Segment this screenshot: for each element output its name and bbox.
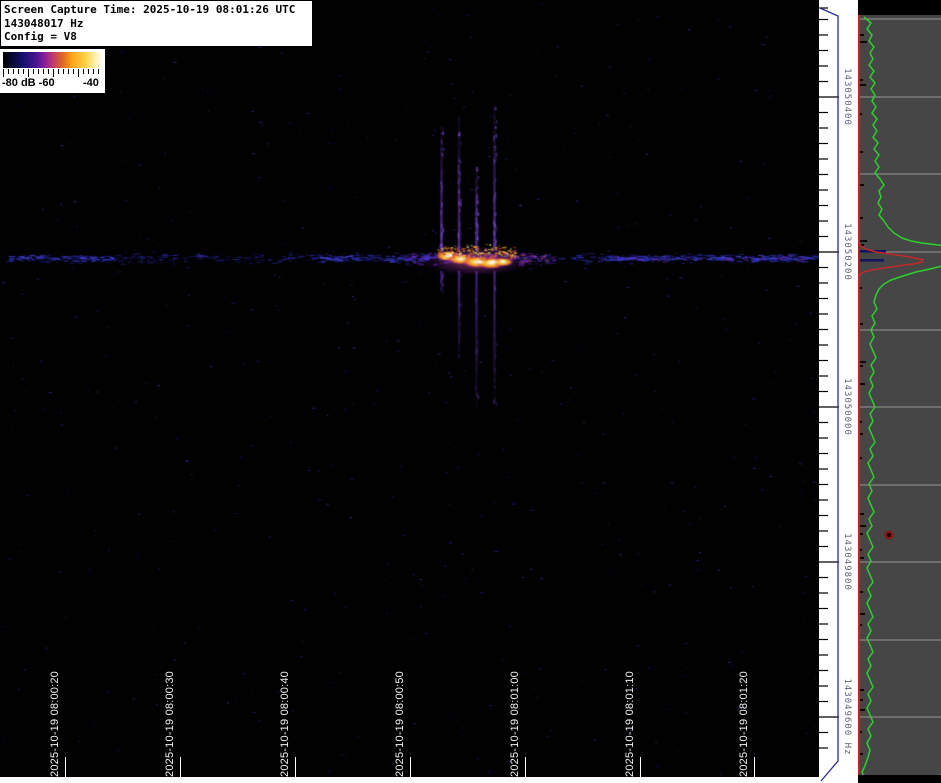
colorbar: -80 dB -60 -40 (0, 49, 105, 93)
freq-label: 143050200 (842, 223, 852, 281)
freq-label: 143049600 Hz (842, 678, 852, 755)
center-frequency-text: 143048017 Hz (4, 17, 309, 31)
panel-top-band (858, 0, 941, 15)
time-label: 2025-10-19 08:00:50 (394, 671, 406, 777)
time-label: 2025-10-19 08:00:30 (164, 671, 176, 777)
frequency-axis (819, 0, 858, 783)
time-tick (754, 757, 755, 781)
time-label: 2025-10-19 08:00:40 (279, 671, 291, 777)
frequency-axis-ticks (819, 0, 858, 783)
average-spectrum-trace (862, 17, 941, 777)
time-tick (180, 757, 181, 781)
capture-time-text: Screen Capture Time: 2025-10-19 08:01:26… (4, 3, 309, 17)
colorbar-gradient (3, 52, 103, 68)
capture-info-box: Screen Capture Time: 2025-10-19 08:01:26… (0, 0, 313, 47)
time-label: 2025-10-19 08:01:10 (624, 671, 636, 777)
marker-dot-core (887, 533, 891, 537)
screen-capture: Screen Capture Time: 2025-10-19 08:01:26… (0, 0, 941, 783)
time-tick (640, 757, 641, 781)
spectrum-panel (858, 0, 941, 783)
freq-label: 143049800 (842, 533, 852, 591)
time-label: 2025-10-19 08:01:00 (509, 671, 521, 777)
panel-signal-bar (858, 259, 884, 262)
colorbar-label-low: -80 dB -60 (2, 77, 55, 89)
freq-axis-line (820, 8, 838, 781)
time-tick (525, 757, 526, 781)
panel-bottom-band (858, 775, 941, 783)
time-tick (410, 757, 411, 781)
time-label: 2025-10-19 08:00:20 (49, 671, 61, 777)
time-tick (65, 757, 66, 781)
colorbar-ruler-major (3, 69, 103, 77)
spectrum-panel-plot (858, 0, 941, 783)
colorbar-label-high: -40 (83, 77, 99, 89)
spectrogram-waterfall (0, 0, 819, 783)
time-label: 2025-10-19 08:01:20 (738, 671, 750, 777)
config-text: Config = V8 (4, 30, 309, 44)
freq-label: 143050000 (842, 378, 852, 436)
freq-label: 143050400 (842, 68, 852, 126)
time-tick (295, 757, 296, 781)
